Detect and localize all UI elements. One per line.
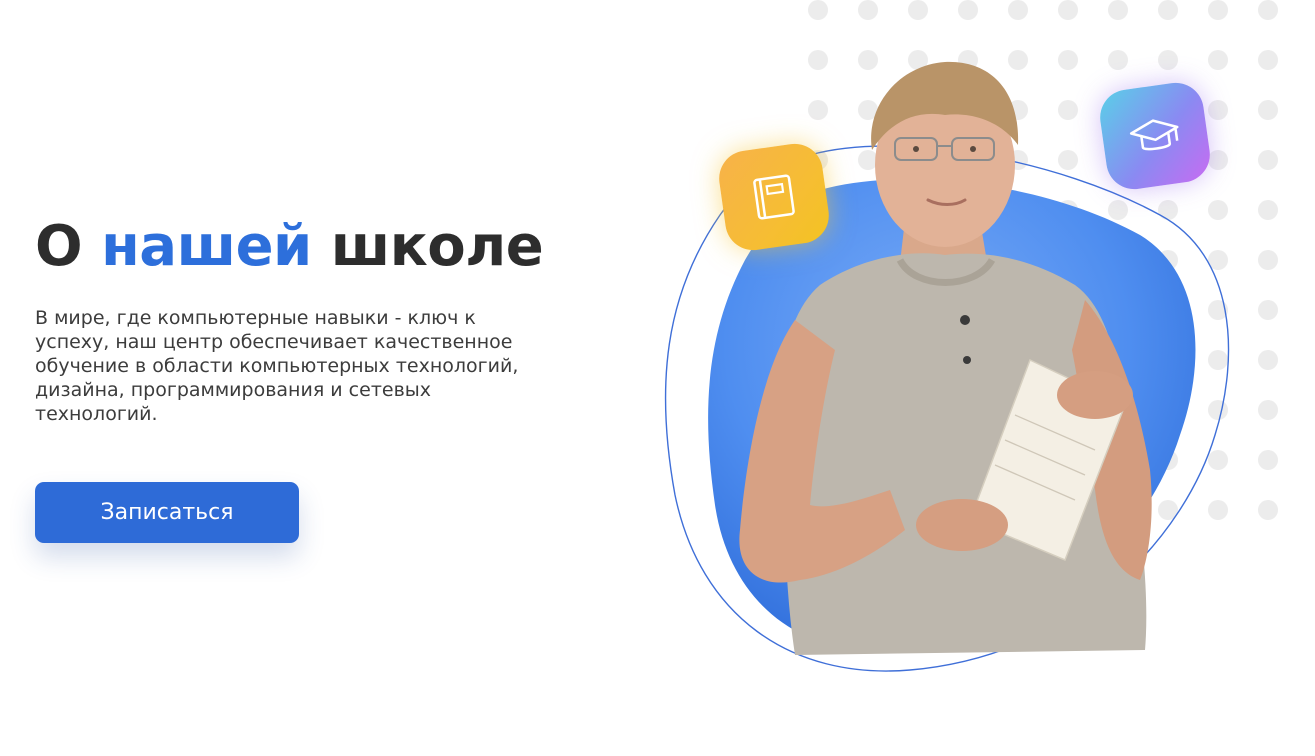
about-school-section: О нашей школе В мире, где компьютерные н… [0,0,1315,756]
grid-dot [1258,450,1278,470]
grid-dot [1258,350,1278,370]
signup-button[interactable]: Записаться [35,482,299,543]
grid-dot [1008,0,1028,20]
grid-dot [1108,0,1128,20]
graduation-cap-icon-tile [1096,79,1214,193]
grid-dot [1258,200,1278,220]
grid-dot [1258,0,1278,20]
grid-dot [1258,300,1278,320]
book-icon [753,174,795,220]
grid-dot [1158,0,1178,20]
book-icon-tile [715,140,833,254]
grid-dot [1208,0,1228,20]
grid-dot [1258,150,1278,170]
grid-dot [1258,50,1278,70]
grid-dot [1258,500,1278,520]
grid-dot [1208,50,1228,70]
title-suffix: школе [330,214,544,279]
grid-dot [1258,400,1278,420]
school-description: В мире, где компьютерные навыки - ключ к… [35,307,519,425]
title-prefix: О [35,214,83,279]
grid-dot [1258,100,1278,120]
grid-dot [1258,250,1278,270]
grid-dot [908,0,928,20]
grid-dot [958,0,978,20]
title-accent: нашей [101,214,312,279]
grid-dot [1208,100,1228,120]
graduation-cap-icon [1129,119,1179,151]
grid-dot [808,0,828,20]
grid-dot [1058,0,1078,20]
page-title: О нашей школе [35,214,544,279]
grid-dot [858,0,878,20]
